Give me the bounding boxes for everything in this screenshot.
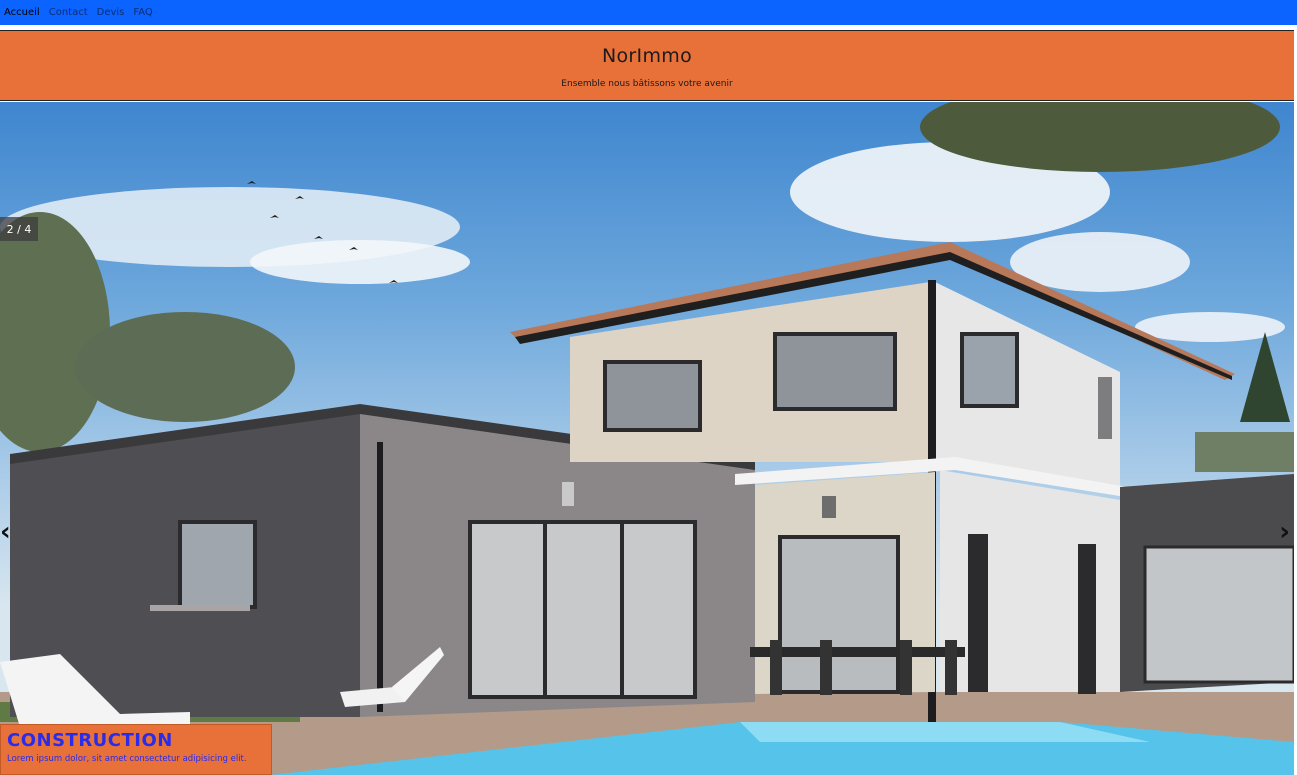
site-tagline: Ensemble nous bâtissons votre avenir xyxy=(561,79,733,89)
next-slide-chevron-right-icon[interactable]: › xyxy=(1279,519,1290,545)
slide-image-house xyxy=(0,102,1294,775)
slide-caption: CONSTRUCTION Lorem ipsum dolor, sit amet… xyxy=(0,724,272,775)
top-navigation: Accueil Contact Devis FAQ xyxy=(0,0,1297,25)
site-title: NorImmo xyxy=(602,45,692,67)
slide-caption-text: Lorem ipsum dolor, sit amet consectetur … xyxy=(7,754,247,764)
nav-link-faq[interactable]: FAQ xyxy=(133,7,152,18)
site-header: NorImmo Ensemble nous bâtissons votre av… xyxy=(0,30,1294,101)
slide-caption-title: CONSTRUCTION xyxy=(7,730,173,751)
nav-link-contact[interactable]: Contact xyxy=(49,7,88,18)
slide-counter: 2 / 4 xyxy=(0,217,38,241)
slideshow: 2 / 4 ‹ › CONSTRUCTION Lorem ipsum dolor… xyxy=(0,102,1294,775)
previous-slide-chevron-left-icon[interactable]: ‹ xyxy=(0,519,11,545)
nav-link-accueil[interactable]: Accueil xyxy=(4,7,40,18)
nav-link-devis[interactable]: Devis xyxy=(97,7,125,18)
